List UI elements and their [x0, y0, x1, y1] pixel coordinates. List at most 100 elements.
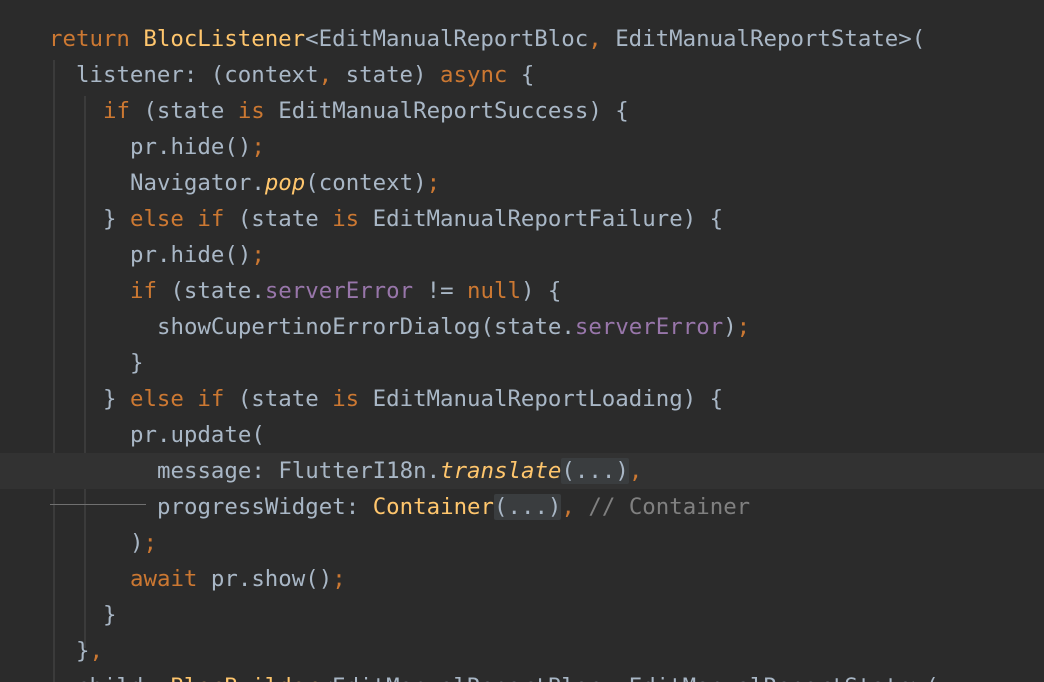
code-line[interactable]: if (state is EditManualReportSuccess) { [0, 93, 1044, 129]
code-token: state) [345, 62, 440, 88]
code-line-text: await pr.show(); [130, 561, 346, 597]
code-line-text: child: BlocBuilder<EditManualReportBloc,… [76, 669, 939, 682]
code-line[interactable]: } else if (state is EditManualReportLoad… [0, 381, 1044, 417]
code-line-text: if (state is EditManualReportSuccess) { [103, 93, 629, 129]
code-line[interactable]: await pr.show(); [0, 561, 1044, 597]
code-line[interactable]: showCupertinoErrorDialog(state.serverErr… [0, 309, 1044, 345]
code-line-text: pr.hide(); [130, 129, 265, 165]
folded-region[interactable]: (...) [494, 494, 562, 520]
code-token: showCupertinoErrorDialog(state. [157, 314, 575, 340]
code-line-text: progressWidget: Container(...), // Conta… [157, 489, 750, 525]
code-token: , [628, 458, 643, 484]
code-token: else if [129, 386, 238, 412]
code-token: BlocBuilder [170, 674, 318, 682]
code-line[interactable]: } else if (state is EditManualReportFail… [0, 201, 1044, 237]
code-token: ) [130, 530, 144, 556]
code-token: Container [372, 494, 495, 520]
code-token: async [440, 62, 521, 88]
code-token: (state [237, 386, 333, 412]
code-line[interactable]: Navigator.pop(context); [0, 165, 1044, 201]
code-line-text: pr.hide(); [130, 237, 265, 273]
code-token: ) [723, 314, 737, 340]
code-token: // Container [588, 494, 751, 520]
code-token: , [318, 62, 346, 88]
code-token: ; [251, 242, 265, 268]
code-token: null [467, 278, 521, 304]
code-token: if [130, 278, 171, 304]
code-token: } [103, 602, 117, 628]
code-line[interactable]: if (state.serverError != null) { [0, 273, 1044, 309]
code-token: return [49, 26, 144, 52]
code-line[interactable]: }, [0, 633, 1044, 669]
code-token: BlocListener [143, 26, 306, 52]
code-token: serverError [574, 314, 724, 340]
code-token: serverError [264, 278, 427, 304]
code-token: (state [143, 98, 238, 124]
code-line[interactable]: listener: (context, state) async { [0, 57, 1044, 93]
code-token: } [130, 350, 144, 376]
code-token: listener: (context [76, 62, 319, 88]
code-token: ; [426, 170, 441, 196]
code-token: } [103, 386, 130, 412]
code-line[interactable]: child: BlocBuilder<EditManualReportBloc,… [0, 669, 1044, 682]
code-token: is [237, 98, 279, 124]
code-token: ) { [520, 278, 562, 304]
code-line[interactable]: pr.hide(); [0, 129, 1044, 165]
code-editor[interactable]: return BlocListener<EditManualReportBloc… [0, 0, 1044, 682]
code-line[interactable]: ); [0, 525, 1044, 561]
code-token: else if [129, 206, 238, 232]
code-line-text: }, [76, 633, 103, 669]
code-token: , [588, 26, 616, 52]
code-token: pop [264, 170, 306, 196]
code-line[interactable]: message: FlutterI18n.translate(...), [0, 453, 1044, 489]
folded-region[interactable]: (...) [561, 458, 629, 484]
code-token: await [130, 566, 211, 592]
code-token: ; [251, 134, 265, 160]
code-line[interactable]: pr.hide(); [0, 237, 1044, 273]
code-token: (context) [305, 170, 427, 196]
code-line[interactable]: } [0, 597, 1044, 633]
code-token: pr.show() [210, 566, 333, 592]
code-line-text: showCupertinoErrorDialog(state.serverErr… [157, 309, 750, 345]
code-token: message: FlutterI18n. [157, 458, 441, 484]
code-token: { [520, 62, 535, 88]
code-token: EditManualReportState>( [615, 26, 926, 52]
code-token: , [602, 674, 629, 682]
code-token: <EditManualReportBloc [319, 674, 602, 682]
code-line-text: ); [130, 525, 157, 561]
code-token: (state. [170, 278, 265, 304]
code-token: child: [76, 674, 170, 682]
fold-connector-line [50, 504, 146, 505]
code-line[interactable]: return BlocListener<EditManualReportBloc… [0, 21, 1044, 57]
code-line[interactable]: } [0, 345, 1044, 381]
code-line-text: } [130, 345, 143, 381]
code-line-text: if (state.serverError != null) { [130, 273, 561, 309]
code-line[interactable]: progressWidget: Container(...), // Conta… [0, 489, 1044, 525]
code-token: } [103, 206, 130, 232]
code-token: } [76, 638, 90, 664]
code-token: pr.hide() [130, 134, 252, 160]
code-line-text: } [103, 597, 116, 633]
code-token: <EditManualReportBloc [305, 26, 589, 52]
code-line[interactable]: pr.update( [0, 417, 1044, 453]
code-line-text: listener: (context, state) async { [76, 57, 534, 93]
code-token: Navigator. [130, 170, 265, 196]
code-line-text: return BlocListener<EditManualReportBloc… [49, 21, 925, 57]
code-token: translate [440, 458, 562, 484]
code-token: EditManualReportState>( [629, 674, 939, 682]
code-token: EditManualReportSuccess) { [278, 98, 629, 124]
code-token: ; [332, 566, 346, 592]
code-token: , [89, 638, 103, 664]
code-token: EditManualReportLoading) { [372, 386, 724, 412]
code-line-text: } else if (state is EditManualReportFail… [103, 201, 723, 237]
code-token: ; [736, 314, 751, 340]
code-line-text: } else if (state is EditManualReportLoad… [103, 381, 723, 417]
code-token: EditManualReportFailure) { [372, 206, 724, 232]
code-token: , [561, 494, 589, 520]
code-line-text: Navigator.pop(context); [130, 165, 440, 201]
code-token: progressWidget: [157, 494, 373, 520]
code-line-text: pr.update( [130, 417, 265, 453]
code-token: pr.update( [130, 422, 265, 448]
code-token: is [332, 206, 373, 232]
code-line-text: message: FlutterI18n.translate(...), [157, 453, 642, 489]
